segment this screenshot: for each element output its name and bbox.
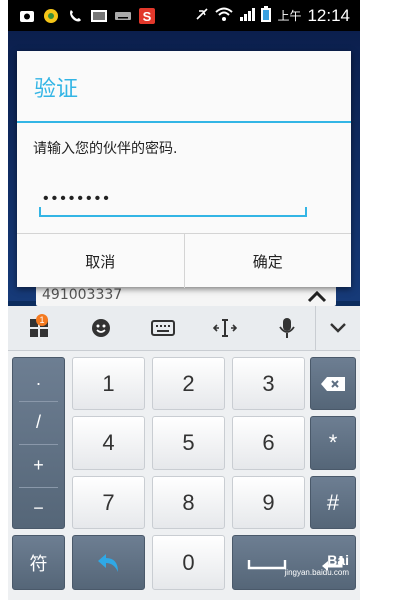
notification-badge: 1 [36,314,48,326]
key-minus[interactable]: − [13,487,64,530]
emoji-icon [92,319,110,337]
cancel-button[interactable]: 取消 [17,234,184,288]
cursor-icon [213,319,237,337]
collapse-keyboard-button[interactable] [315,306,360,350]
key-8[interactable]: 8 [152,476,225,529]
symbol-mode-key[interactable]: 符 [12,535,65,590]
key-dot[interactable]: . [13,358,64,401]
phone-icon [66,8,84,24]
image-icon [90,8,108,24]
key-9[interactable]: 9 [232,476,305,529]
undo-icon [97,553,118,572]
status-bar: S 上午 12:14 [8,0,360,31]
key-0[interactable]: 0 [152,535,225,590]
key-slash[interactable]: / [13,401,64,444]
watermark-sub: jingyan.baidu.com [284,568,349,577]
space-enter-key[interactable]: Bai jingyan.baidu.com [232,535,356,590]
backspace-key[interactable] [310,357,356,410]
microphone-icon [279,318,295,338]
dialog-button-bar: 取消 确定 [17,233,351,288]
key-2[interactable]: 2 [152,357,225,410]
keyboard-icon [114,8,132,24]
keyboard-toolbar: 1 [8,306,360,351]
signal-icon [239,7,256,25]
keyboard-icon [151,320,175,336]
emoji-button[interactable] [70,306,132,350]
key-star[interactable]: * [310,416,356,470]
backspace-icon [321,376,345,391]
space-icon [247,560,287,570]
key-hash[interactable]: # [310,476,356,529]
dialog-title-divider [17,121,351,123]
s-app-icon: S [138,7,156,24]
key-3[interactable]: 3 [232,357,305,410]
apps-button[interactable]: 1 [8,306,70,350]
keyboard-switch-button[interactable] [132,306,194,350]
key-plus[interactable]: + [13,444,64,487]
symbol-column: . / + − [12,357,65,529]
confirm-button[interactable]: 确定 [183,234,352,288]
chevron-down-icon [330,323,346,333]
time-ampm: 上午 [277,9,302,23]
mute-icon [195,7,209,25]
battery-icon [261,5,272,26]
camera-icon [18,8,36,24]
key-6[interactable]: 6 [232,416,305,470]
numeric-keyboard: . / + − 1 2 3 4 5 6 * 7 8 9 # 符 0 Bai ji… [8,351,360,600]
verify-dialog: 验证 请输入您的伙伴的密码. 取消 确定 [17,51,351,288]
key-1[interactable]: 1 [72,357,145,410]
cursor-move-button[interactable] [194,306,256,350]
voice-input-button[interactable] [256,306,318,350]
sync-icon [42,8,60,24]
wifi-icon [215,7,234,25]
key-5[interactable]: 5 [152,416,225,470]
key-7[interactable]: 7 [72,476,145,529]
baidu-watermark: Bai jingyan.baidu.com [285,552,349,577]
undo-key[interactable] [72,535,145,590]
time-text: 12:14 [307,5,350,25]
watermark-main: Bai [327,552,349,568]
chevron-up-icon[interactable] [306,288,328,303]
svg-text:S: S [143,9,152,24]
key-4[interactable]: 4 [72,416,145,470]
dialog-title: 验证 [34,77,79,102]
dialog-message: 请输入您的伙伴的密码. [33,141,178,157]
phone-screen: S 上午 12:14 491003337 验证 请输入您的伙伴的密码. ••••… [8,0,360,600]
password-field-wrap [39,181,313,217]
password-input[interactable] [39,181,313,217]
